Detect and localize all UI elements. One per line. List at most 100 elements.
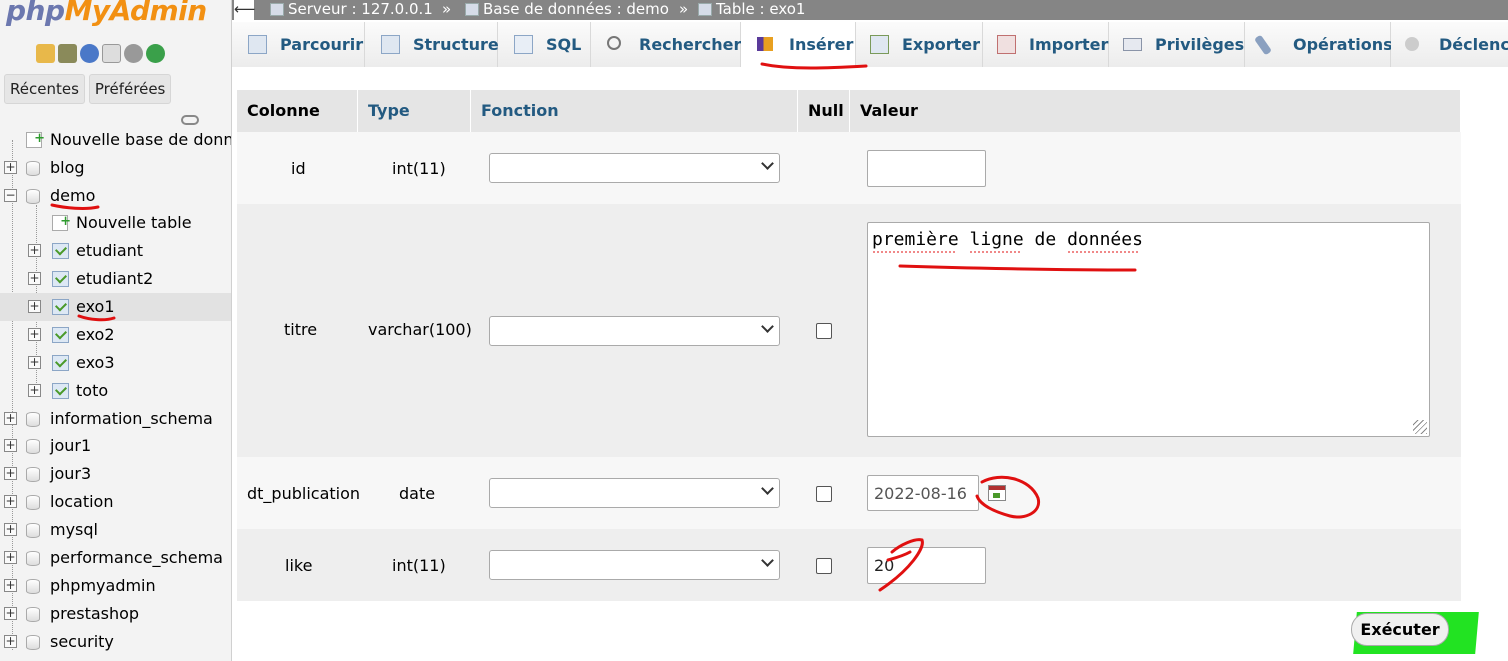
- tab-browse[interactable]: Parcourir: [232, 22, 365, 67]
- expand-icon[interactable]: +: [4, 412, 17, 425]
- tree-item-db-phpmyadmin[interactable]: + phpmyadmin: [0, 572, 231, 600]
- tab-privileges[interactable]: Privilèges: [1109, 22, 1245, 67]
- help-icon[interactable]: [80, 44, 99, 63]
- tree-item-table-exo2[interactable]: + exo2: [0, 321, 231, 349]
- breadcrumb-server[interactable]: Serveur : 127.0.0.1: [270, 0, 433, 18]
- date-input[interactable]: 2022-08-16: [867, 475, 979, 511]
- breadcrumb-table[interactable]: Table : exo1: [698, 0, 805, 18]
- tab-import[interactable]: Importer: [983, 22, 1109, 67]
- settings-gear-icon[interactable]: [124, 44, 143, 63]
- tree-item-db-performance-schema[interactable]: + performance_schema: [0, 544, 231, 572]
- tab-triggers[interactable]: Déclench: [1391, 22, 1508, 67]
- expand-icon[interactable]: +: [4, 523, 17, 536]
- expand-icon[interactable]: +: [4, 495, 17, 508]
- table-name[interactable]: exo1: [76, 293, 115, 321]
- table-name[interactable]: toto: [76, 377, 108, 405]
- phpmyadmin-logo[interactable]: phpMyAdmin: [6, 0, 207, 27]
- null-checkbox[interactable]: [816, 323, 832, 339]
- function-select[interactable]: [489, 153, 780, 183]
- table-name[interactable]: exo3: [76, 349, 115, 377]
- tree-item-new-database[interactable]: Nouvelle base de données: [0, 125, 231, 154]
- tree-item-table-etudiant[interactable]: + etudiant: [0, 237, 231, 265]
- function-select[interactable]: [489, 550, 780, 580]
- resize-grip-icon[interactable]: [1413, 420, 1427, 434]
- header-function[interactable]: Fonction: [471, 90, 798, 132]
- db-name[interactable]: blog: [50, 154, 85, 182]
- table-name[interactable]: exo2: [76, 321, 115, 349]
- db-name[interactable]: security: [50, 628, 114, 656]
- tree-item-new-table[interactable]: Nouvelle table: [0, 208, 231, 237]
- expand-icon[interactable]: +: [28, 300, 41, 313]
- header-type[interactable]: Type: [358, 90, 471, 132]
- expand-icon[interactable]: +: [4, 551, 17, 564]
- tree-item-db-jour3[interactable]: + jour3: [0, 460, 231, 488]
- expand-icon[interactable]: +: [4, 467, 17, 480]
- docs-icon[interactable]: [102, 44, 121, 63]
- function-select[interactable]: [489, 316, 780, 346]
- db-name[interactable]: demo: [50, 182, 95, 210]
- db-name[interactable]: jour3: [50, 460, 91, 488]
- link-with-main-panel-icon[interactable]: [181, 115, 199, 125]
- value-input[interactable]: [867, 150, 986, 187]
- db-name[interactable]: jour1: [50, 432, 91, 460]
- expand-icon[interactable]: +: [4, 635, 17, 648]
- tree-item-db-demo[interactable]: − demo: [0, 182, 231, 210]
- tab-structure[interactable]: Structure: [365, 22, 499, 67]
- tree-item-table-exo3[interactable]: + exo3: [0, 349, 231, 377]
- tree-item-db-security[interactable]: + security: [0, 628, 231, 656]
- null-checkbox[interactable]: [816, 486, 832, 502]
- expand-icon[interactable]: +: [4, 607, 17, 620]
- column-type: int(11): [392, 556, 446, 575]
- expand-icon[interactable]: +: [28, 384, 41, 397]
- value-textarea[interactable]: première ligne de données: [867, 222, 1430, 437]
- db-name[interactable]: prestashop: [50, 600, 139, 628]
- server-icon: [270, 3, 284, 16]
- expand-icon[interactable]: +: [4, 579, 17, 592]
- db-name[interactable]: information_schema: [50, 405, 213, 433]
- table-row: id int(11): [237, 132, 1461, 204]
- expand-icon[interactable]: +: [28, 244, 41, 257]
- tree-item-db-location[interactable]: + location: [0, 488, 231, 516]
- collapse-navigation-arrow-icon[interactable]: ⟵: [234, 0, 256, 20]
- tree-item-table-exo1[interactable]: + exo1: [0, 293, 231, 321]
- tree-item-db-blog[interactable]: + blog: [0, 154, 231, 182]
- home-icon[interactable]: [36, 44, 55, 63]
- expand-icon[interactable]: +: [28, 356, 41, 369]
- table-name[interactable]: etudiant2: [76, 265, 153, 293]
- new-database-icon: [26, 125, 45, 153]
- expand-icon[interactable]: +: [4, 161, 17, 174]
- tree-item-db-prestashop[interactable]: + prestashop: [0, 600, 231, 628]
- tree-item-table-etudiant2[interactable]: + etudiant2: [0, 265, 231, 293]
- tab-sql[interactable]: SQL: [498, 22, 591, 67]
- db-name[interactable]: location: [50, 488, 113, 516]
- expand-icon[interactable]: +: [28, 272, 41, 285]
- insert-form: Colonne Type Fonction Null Valeur id int…: [232, 67, 1508, 661]
- null-checkbox[interactable]: [816, 558, 832, 574]
- table-name[interactable]: etudiant: [76, 237, 143, 265]
- tab-insert[interactable]: Insérer: [741, 22, 856, 67]
- tree-item-table-toto[interactable]: + toto: [0, 377, 231, 405]
- tree-item-db-information-schema[interactable]: + information_schema: [0, 405, 231, 433]
- expand-icon[interactable]: +: [4, 439, 17, 452]
- table-icon: [52, 355, 69, 371]
- tree-item-db-mysql[interactable]: + mysql: [0, 516, 231, 544]
- collapse-icon[interactable]: −: [4, 189, 17, 202]
- recent-tables-button[interactable]: Récentes: [4, 74, 85, 104]
- db-name[interactable]: mysql: [50, 516, 98, 544]
- breadcrumb-database[interactable]: Base de données : demo: [465, 0, 669, 18]
- function-select[interactable]: [489, 478, 780, 508]
- db-name[interactable]: performance_schema: [50, 544, 223, 572]
- expand-icon[interactable]: +: [28, 328, 41, 341]
- favorite-tables-button[interactable]: Préférées: [88, 74, 172, 104]
- execute-button[interactable]: Exécuter: [1351, 613, 1449, 646]
- calendar-icon[interactable]: [988, 485, 1006, 501]
- tab-operations[interactable]: Opérations: [1245, 22, 1393, 67]
- tab-export[interactable]: Exporter: [856, 22, 983, 67]
- logout-icon[interactable]: [58, 44, 77, 63]
- reload-icon[interactable]: [146, 44, 165, 63]
- db-name[interactable]: phpmyadmin: [50, 572, 156, 600]
- chevron-down-icon: [761, 482, 774, 495]
- tab-search[interactable]: Rechercher: [591, 22, 741, 67]
- tree-item-db-jour1[interactable]: + jour1: [0, 432, 231, 460]
- value-input[interactable]: 20: [867, 547, 986, 584]
